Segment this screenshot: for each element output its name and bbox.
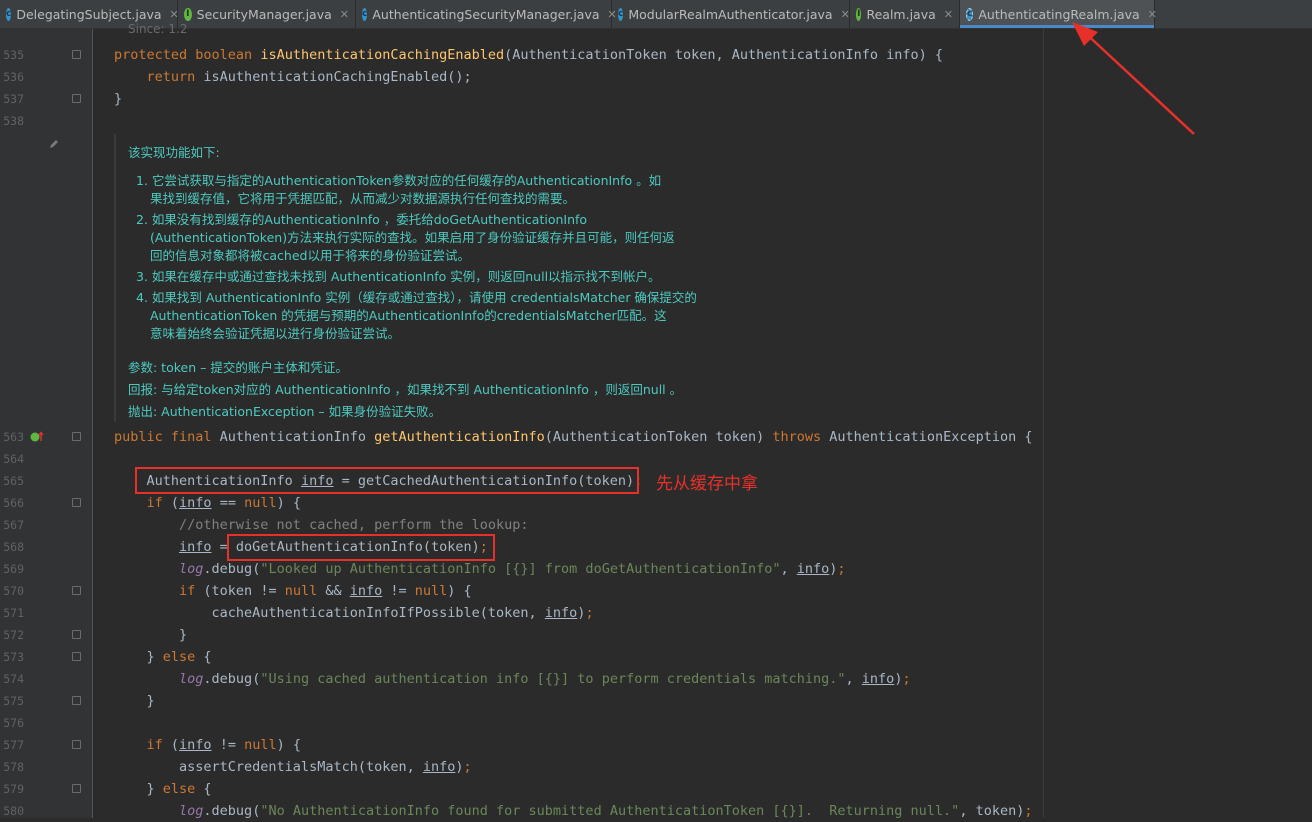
- close-icon[interactable]: ✕: [340, 8, 349, 21]
- tab-realm[interactable]: I Realm.java ✕: [850, 0, 960, 28]
- code-line: if (info == null) {: [146, 495, 301, 511]
- tab-authenticating-security-manager[interactable]: c AuthenticatingSecurityManager.java ✕: [356, 0, 617, 28]
- line-number: 575: [3, 694, 24, 708]
- line-number: 569: [3, 562, 24, 576]
- interface-icon: I: [856, 7, 862, 21]
- line-number: 578: [3, 760, 24, 774]
- line-number: 573: [3, 650, 24, 664]
- line-number: 576: [3, 716, 24, 730]
- code-line: public final AuthenticationInfo getAuthe…: [114, 429, 1033, 445]
- tab-label: ModularRealmAuthenticator.java: [628, 6, 833, 22]
- doc-item: AuthenticationToken 的凭据与预期的Authenticatio…: [150, 308, 667, 323]
- interface-icon: I: [184, 7, 192, 21]
- edit-doc-icon[interactable]: [48, 138, 60, 150]
- tab-label: DelegatingSubject.java: [16, 6, 162, 22]
- doc-bar: [114, 134, 116, 422]
- annotation-arrow-icon: [1072, 22, 1195, 135]
- editor-scrollbar[interactable]: [1298, 29, 1312, 818]
- code-line: log.debug("No AuthenticationInfo found f…: [179, 803, 1033, 819]
- line-number: 536: [3, 70, 24, 84]
- code-line: if (token != null && info != null) {: [179, 583, 472, 599]
- line-number: 570: [3, 584, 24, 598]
- tab-security-manager[interactable]: I SecurityManager.java ✕: [178, 0, 356, 28]
- doc-intro: 该实现功能如下:: [128, 145, 220, 160]
- line-number: 567: [3, 518, 24, 532]
- close-icon[interactable]: ✕: [944, 8, 953, 21]
- fold-marker[interactable]: [72, 696, 81, 705]
- code-line: log.debug("Using cached authentication i…: [179, 671, 911, 687]
- highlight-box-doget: [227, 534, 495, 561]
- gutter-divider: [92, 29, 93, 818]
- fold-marker[interactable]: [72, 652, 81, 661]
- tab-label: AuthenticatingSecurityManager.java: [372, 6, 600, 22]
- line-number: 579: [3, 782, 24, 796]
- line-number: 572: [3, 628, 24, 642]
- doc-item: 4. 如果找到 AuthenticationInfo 实例（缓存或通过查找），请…: [136, 290, 697, 305]
- fold-marker[interactable]: [72, 586, 81, 595]
- line-number: 563: [3, 430, 24, 444]
- rendered-javadoc: 该实现功能如下: 1. 它尝试获取与指定的AuthenticationToken…: [114, 134, 1044, 422]
- fold-marker[interactable]: [72, 498, 81, 507]
- code-line: }: [114, 91, 123, 107]
- doc-item: 3. 如果在缓存中或通过查找未找到 AuthenticationInfo 实例，…: [136, 269, 661, 284]
- doc-item: 回的信息对象都将被cached以用于将来的身份验证尝试。: [150, 248, 470, 263]
- fold-marker[interactable]: [72, 94, 81, 103]
- fold-marker[interactable]: [72, 630, 81, 639]
- code-line: }: [114, 693, 155, 709]
- annotation-label: 先从缓存中拿: [656, 474, 758, 494]
- class-icon: c: [618, 7, 624, 21]
- code-line: }: [114, 627, 188, 643]
- class-icon: c: [362, 7, 368, 21]
- since-fragment: Since: 1.2: [128, 22, 188, 36]
- tab-label: Realm.java: [866, 6, 936, 22]
- tab-modular-realm-authenticator[interactable]: c ModularRealmAuthenticator.java ✕: [612, 0, 850, 28]
- code-line: log.debug("Looked up AuthenticationInfo …: [179, 561, 846, 577]
- code-line: } else {: [114, 649, 212, 665]
- close-icon[interactable]: ✕: [841, 8, 850, 21]
- fold-marker[interactable]: [72, 432, 81, 441]
- class-icon: c: [6, 7, 12, 21]
- fold-marker[interactable]: [72, 740, 81, 749]
- doc-returns: 回报: 与给定token对应的 AuthenticationInfo ，如果找不…: [128, 382, 683, 397]
- line-number: 580: [3, 804, 24, 818]
- doc-item: 1. 它尝试获取与指定的AuthenticationToken参数对应的任何缓存…: [136, 173, 662, 188]
- code-line: protected boolean isAuthenticationCachin…: [114, 47, 944, 63]
- code-line: if (info != null) {: [146, 737, 301, 753]
- tab-label: SecurityManager.java: [196, 6, 332, 22]
- doc-item: (AuthenticationToken)方法来执行实际的查找。如果启用了身份验…: [150, 230, 675, 245]
- doc-item: 果找到缓存值，它将用于凭据匹配，从而减少对数据源执行任何查找的需要。: [150, 191, 576, 206]
- abstract-class-icon: c: [966, 7, 974, 21]
- line-number: 537: [3, 92, 24, 106]
- highlight-box-cached: [135, 467, 639, 494]
- doc-params: 参数: token – 提交的账户主体和凭证。: [128, 360, 348, 375]
- implementation-marker-icon[interactable]: [30, 431, 44, 443]
- fold-marker[interactable]: [72, 784, 81, 793]
- line-number: 535: [3, 48, 24, 62]
- line-number: 574: [3, 672, 24, 686]
- line-number: 577: [3, 738, 24, 752]
- doc-item: 意味着始终会验证凭据以进行身份验证尝试。: [150, 326, 401, 341]
- line-number: 564: [3, 452, 24, 466]
- fold-marker[interactable]: [72, 50, 81, 59]
- doc-throws: 抛出: AuthenticationException – 如果身份验证失败。: [128, 404, 442, 419]
- code-line: cacheAuthenticationInfoIfPossible(token,…: [114, 605, 594, 621]
- line-number: 566: [3, 496, 24, 510]
- code-line: assertCredentialsMatch(token, info);: [114, 759, 472, 775]
- line-number: 571: [3, 606, 24, 620]
- doc-item: 2. 如果没有找到缓存的AuthenticationInfo ，委托给doGet…: [136, 212, 588, 227]
- line-number: 568: [3, 540, 24, 554]
- line-number: 565: [3, 474, 24, 488]
- code-line: } else {: [114, 781, 212, 797]
- code-comment: //otherwise not cached, perform the look…: [114, 517, 529, 533]
- code-line: return isAuthenticationCachingEnabled();: [146, 69, 472, 85]
- line-number: 538: [3, 114, 24, 128]
